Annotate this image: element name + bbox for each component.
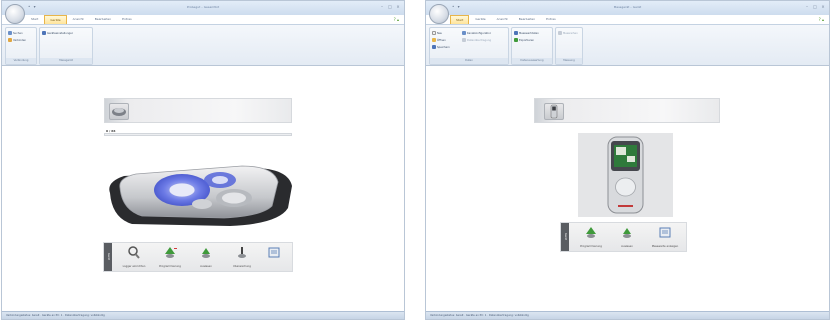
right-application-window: • ▾ Messgerät – Gerät – □ × Start Geräte… [425,0,830,320]
folder-icon [432,38,436,42]
data-transfer-button[interactable]: Datenübertragung [462,38,491,44]
group-label: Messung [556,58,582,64]
monitoring-button[interactable]: Überwachung [224,245,260,271]
export-icon [659,227,671,238]
logger-setup-button[interactable]: Logger einrichten [116,245,152,271]
handheld-meter-device-image [578,133,673,217]
tab-start[interactable]: Start [450,15,470,24]
quick-access-toolbar[interactable]: • ▾ [452,4,474,10]
channel-icon [462,31,466,35]
export-icon [268,247,280,258]
read-icon [202,248,210,258]
table-icon [514,31,518,35]
device-thumbnail [544,103,564,120]
plug-icon [8,38,12,42]
program-icon [586,227,596,238]
ribbon-panel: Neu Öffnen Speichern Kanalkonfiguration … [426,24,829,66]
transfer-icon [462,38,466,42]
device-settings-button[interactable]: Geräteeinstellungen [42,31,73,37]
group-label: Messgerät [40,58,92,64]
device-thumbnail [109,103,129,120]
measurement-data-button[interactable]: Messwertdaten [514,31,539,37]
open-button[interactable]: Öffnen [432,38,446,44]
read-icon [623,228,631,238]
new-button[interactable]: Neu [432,31,442,37]
read-out-button[interactable]: Auslesen [609,225,645,251]
help-icon[interactable]: ? ▴ [394,17,399,22]
channel-config-button[interactable]: Kanalkonfiguration [462,31,491,37]
ribbon-group-verbindung: Suchen Verbinden Verbindung [5,27,37,65]
ribbon-group-messgeraet: Geräteeinstellungen Messgerät [39,27,93,65]
device-action-toolbar: Gerät Programmierung Auslesen Messwerte … [560,222,687,252]
content-area: 0 / 66 Gerät Logger einrichten Programmi… [2,66,404,311]
title-bar: • ▾ Probegut – Gesamtkit – □ × [2,1,404,24]
data-logger-device-image [109,165,292,226]
monitor-icon [238,247,246,258]
new-file-icon [432,31,436,35]
ribbon-tabs: Start Geräte Ansicht Bearbeiten Extras [450,15,562,24]
tab-geraete[interactable]: Geräte [44,15,67,24]
settings-icon [42,31,46,35]
minimize-button[interactable]: – [804,4,810,10]
close-button[interactable]: × [820,4,826,10]
tab-start[interactable]: Start [26,15,43,24]
quick-access-toolbar[interactable]: • ▾ [28,4,50,10]
save-icon [432,45,436,49]
tab-extras[interactable]: Extras [541,15,560,24]
ribbon-group-messung: Messreihen Messung [555,27,583,65]
application-menu-button[interactable] [429,4,449,24]
status-bar: Verbindungsstatus: bereit · Geräte an PC… [2,311,404,319]
search-devices-button[interactable]: Suchen [8,31,23,37]
ribbon-panel: Suchen Verbinden Verbindung Geräteeinste… [2,24,404,66]
device-action-toolbar: Gerät Logger einrichten Programmierung A… [103,242,293,272]
tab-ansicht[interactable]: Ansicht [68,15,89,24]
measurement-series-button[interactable]: Messreihen [558,31,578,37]
toolbar-tab-label: Gerät [104,243,112,271]
maximize-button[interactable]: □ [387,4,393,10]
minimize-button[interactable]: – [379,4,385,10]
ribbon-tabs: Start Geräte Ansicht Bearbeiten Extras [26,15,138,24]
application-menu-button[interactable] [5,4,25,24]
program-icon [165,247,177,258]
window-title: Probegut – Gesamtkit [186,5,220,9]
show-values-button[interactable]: Messwerte anzeigen [645,225,685,251]
read-out-button[interactable]: Auslesen [188,245,224,271]
title-bar: • ▾ Messgerät – Gerät – □ × [426,1,829,24]
program-button[interactable]: Programmierung [152,245,188,271]
toolbar-tab-label: Gerät [561,223,569,251]
tab-extras[interactable]: Extras [117,15,136,24]
window-title: Messgerät – Gerät [613,5,642,9]
tab-ansicht[interactable]: Ansicht [492,15,513,24]
group-label: Verbindung [6,58,36,64]
device-header [104,98,292,123]
tab-geraete[interactable]: Geräte [470,15,490,24]
tab-bearbeiten[interactable]: Bearbeiten [90,15,116,24]
group-label: Daten [430,58,508,64]
logger-thumbnail-icon [112,108,126,116]
tab-bearbeiten[interactable]: Bearbeiten [514,15,540,24]
search-icon [8,31,12,35]
close-button[interactable]: × [395,4,401,10]
ribbon-group-datenauswertung: Messwertdaten Exportieren Datenauswertun… [511,27,553,65]
content-area: Gerät Programmierung Auslesen Messwerte … [426,66,829,311]
device-header [534,98,720,123]
program-button[interactable]: Programmierung [573,225,609,251]
left-application-window: • ▾ Probegut – Gesamtkit – □ × Start Ger… [1,0,405,320]
handheld-thumbnail-icon [550,104,558,119]
progress-track [104,133,292,136]
ribbon-group-daten: Neu Öffnen Speichern Kanalkonfiguration … [429,27,509,65]
export-button[interactable] [256,245,292,271]
connect-button[interactable]: Verbinden [8,38,26,44]
help-icon[interactable]: ? ▴ [819,17,824,22]
search-icon [128,246,140,259]
export-icon [514,38,518,42]
export-data-button[interactable]: Exportieren [514,38,534,44]
status-bar: Verbindungsstatus: bereit · Geräte an PC… [426,311,829,319]
save-button[interactable]: Speichern [432,45,450,51]
maximize-button[interactable]: □ [812,4,818,10]
group-label: Datenauswertung [512,58,552,64]
series-icon [558,31,562,35]
